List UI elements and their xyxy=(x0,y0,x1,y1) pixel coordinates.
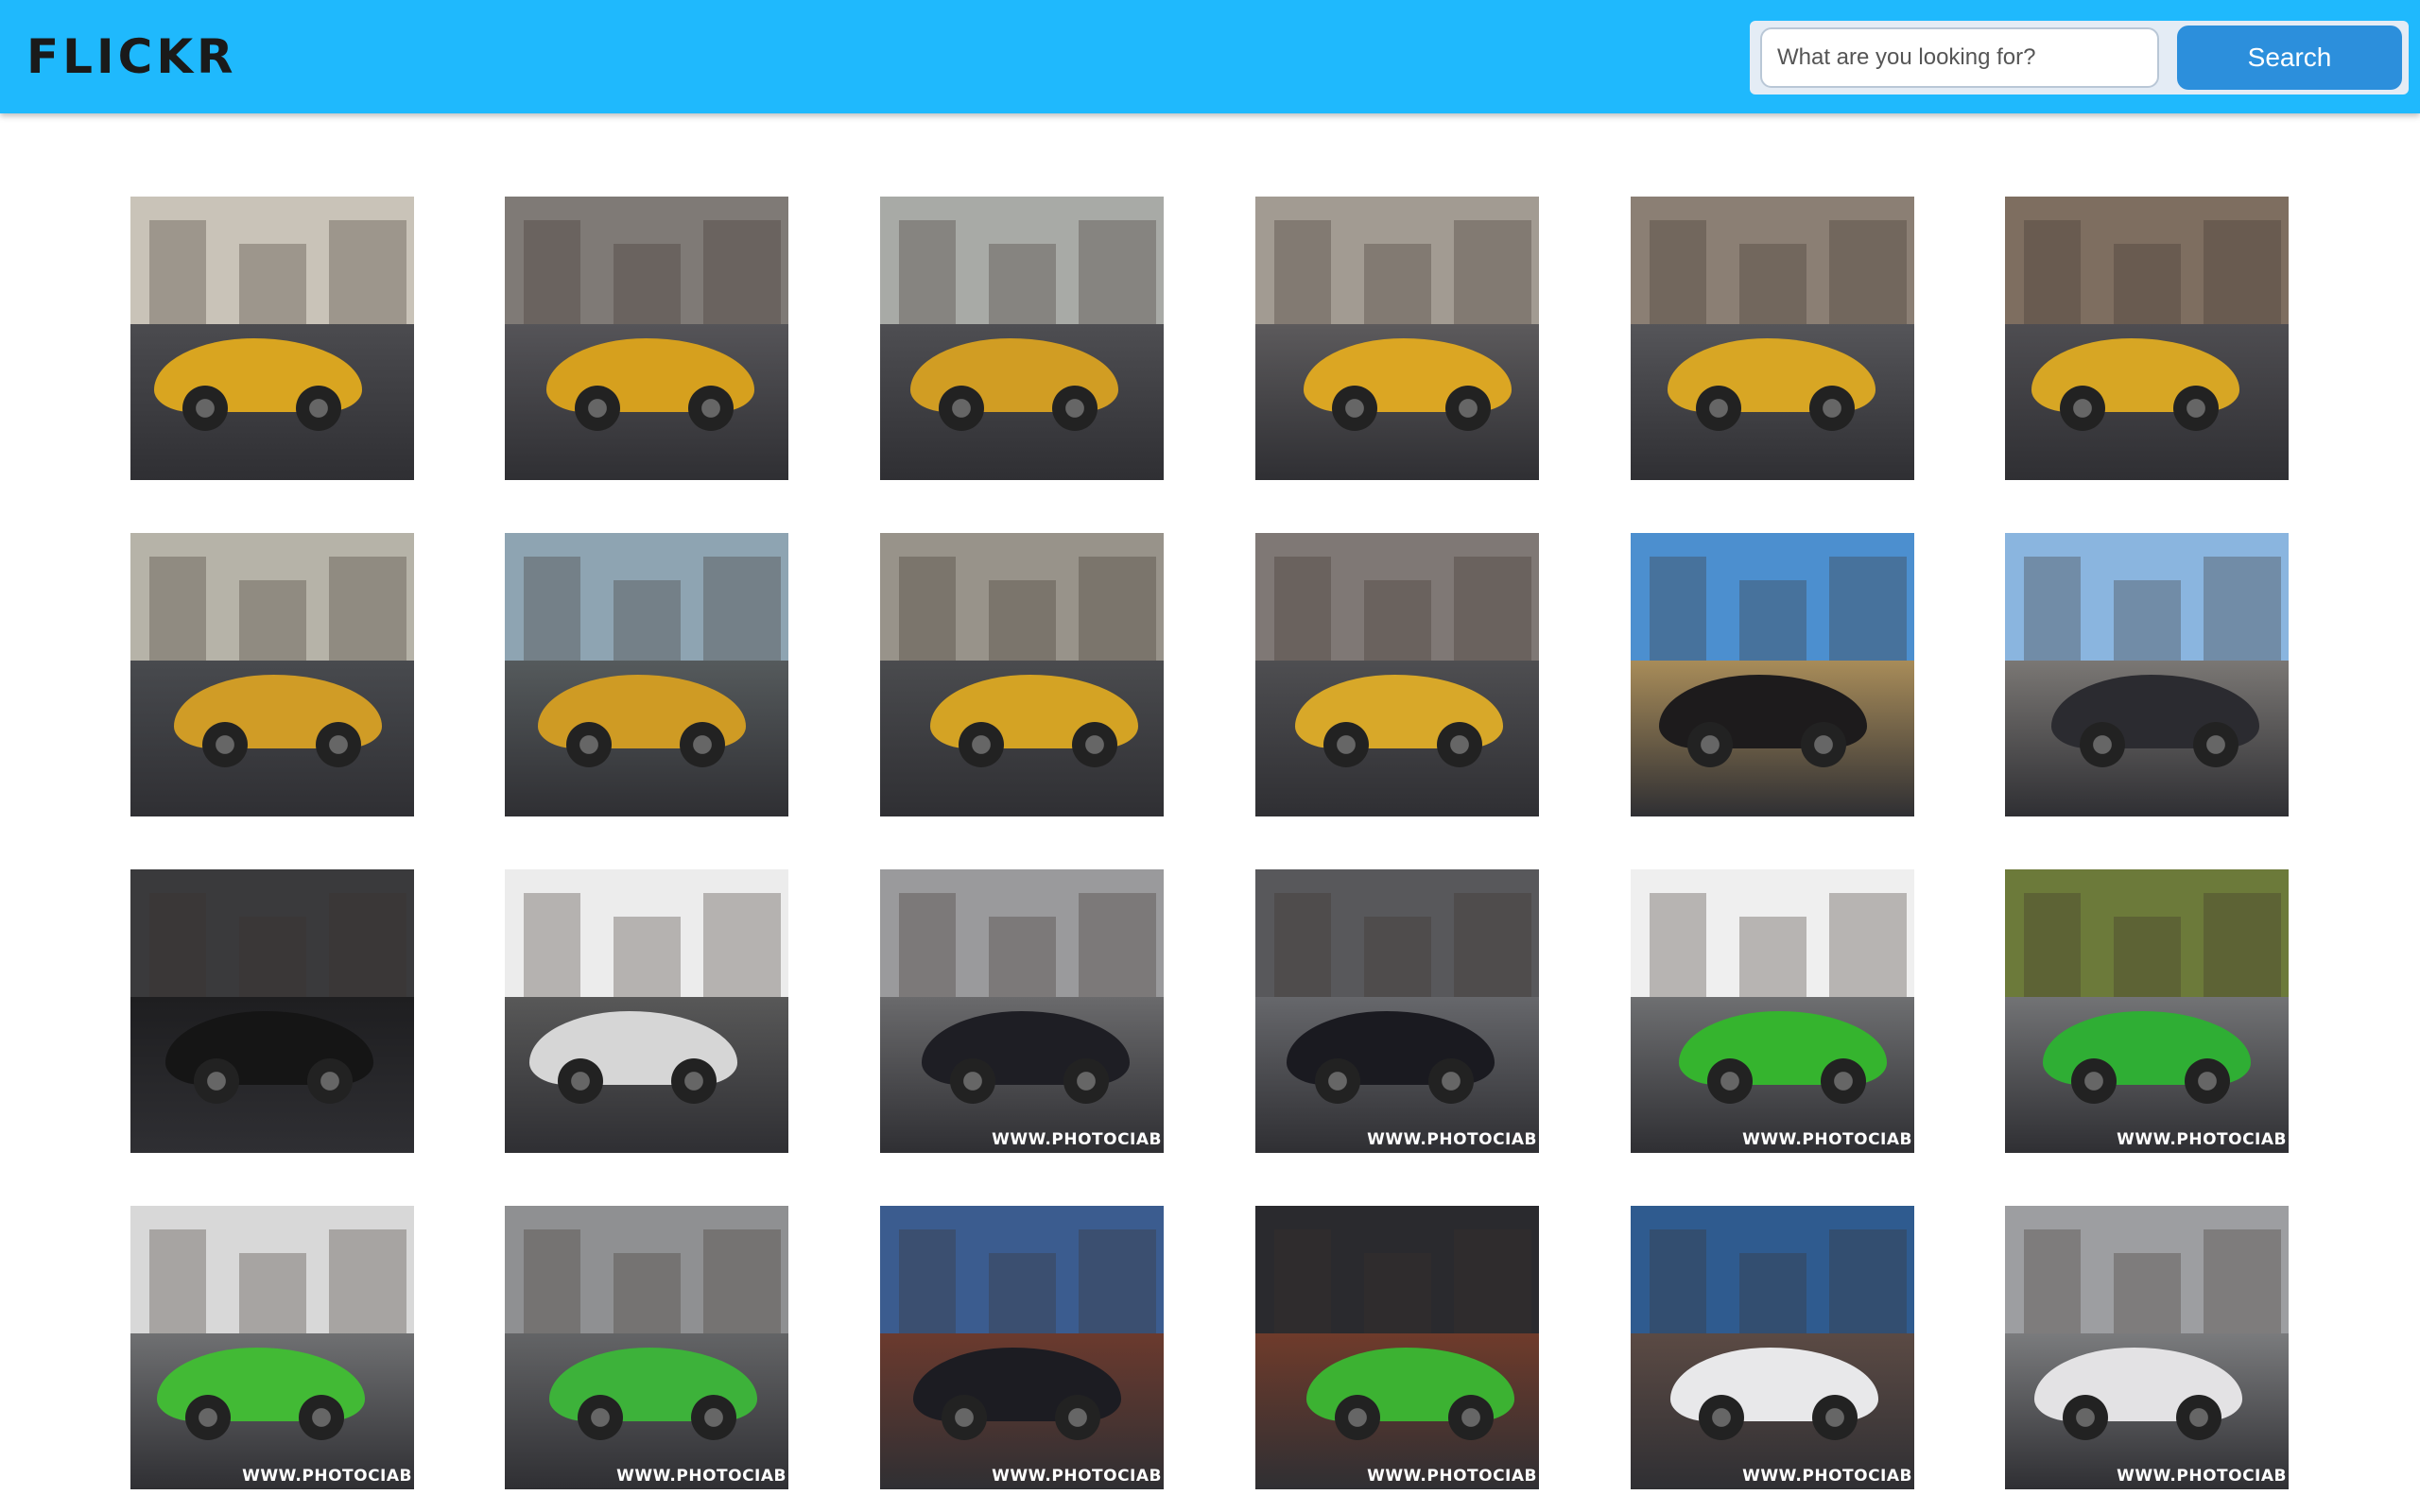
photo-thumbnail[interactable] xyxy=(130,869,414,1153)
photo-watermark: WWW.PHOTOCIAB xyxy=(1367,1130,1537,1149)
photo-watermark: WWW.PHOTOCIAB xyxy=(1367,1467,1537,1486)
photo-image xyxy=(1631,533,1914,816)
photo-watermark: WWW.PHOTOCIAB xyxy=(1742,1130,1912,1149)
photo-image xyxy=(880,1206,1164,1489)
photo-image xyxy=(130,1206,414,1489)
photo-thumbnail[interactable]: WWW.PHOTOCIAB xyxy=(130,1206,414,1489)
photo-thumbnail[interactable]: WWW.PHOTOCIAB xyxy=(1631,1206,1914,1489)
photo-image xyxy=(505,197,788,480)
photo-image xyxy=(1631,869,1914,1153)
photo-thumbnail[interactable] xyxy=(130,197,414,480)
search-button[interactable]: Search xyxy=(2177,26,2402,90)
photo-image xyxy=(1255,197,1539,480)
photo-image xyxy=(1255,533,1539,816)
photo-thumbnail[interactable] xyxy=(880,533,1164,816)
top-header: FLICKR Search xyxy=(0,0,2420,113)
photo-image xyxy=(1631,197,1914,480)
photo-image xyxy=(1255,1206,1539,1489)
photo-thumbnail[interactable]: WWW.PHOTOCIAB xyxy=(2005,1206,2289,1489)
photo-thumbnail[interactable]: WWW.PHOTOCIAB xyxy=(1255,1206,1539,1489)
photo-thumbnail[interactable] xyxy=(1631,197,1914,480)
photo-thumbnail[interactable] xyxy=(2005,197,2289,480)
search-input[interactable] xyxy=(1760,27,2159,88)
photo-watermark: WWW.PHOTOCIAB xyxy=(2117,1467,2287,1486)
photo-thumbnail[interactable] xyxy=(505,533,788,816)
photo-watermark: WWW.PHOTOCIAB xyxy=(992,1130,1162,1149)
photo-thumbnail[interactable]: WWW.PHOTOCIAB xyxy=(505,1206,788,1489)
photo-watermark: WWW.PHOTOCIAB xyxy=(1742,1467,1912,1486)
photo-image xyxy=(2005,197,2289,480)
photo-thumbnail[interactable] xyxy=(1255,197,1539,480)
photo-thumbnail[interactable] xyxy=(880,197,1164,480)
photo-image xyxy=(505,869,788,1153)
photo-thumbnail[interactable] xyxy=(505,197,788,480)
photo-thumbnail[interactable] xyxy=(1255,533,1539,816)
photo-image xyxy=(2005,533,2289,816)
photo-thumbnail[interactable]: WWW.PHOTOCIAB xyxy=(1255,869,1539,1153)
photo-thumbnail[interactable]: WWW.PHOTOCIAB xyxy=(1631,869,1914,1153)
photo-thumbnail[interactable] xyxy=(505,869,788,1153)
photo-image xyxy=(880,869,1164,1153)
photo-thumbnail[interactable]: WWW.PHOTOCIAB xyxy=(880,869,1164,1153)
photo-watermark: WWW.PHOTOCIAB xyxy=(616,1467,786,1486)
photo-thumbnail[interactable] xyxy=(2005,533,2289,816)
photo-watermark: WWW.PHOTOCIAB xyxy=(242,1467,412,1486)
photo-image xyxy=(2005,869,2289,1153)
photo-image xyxy=(880,533,1164,816)
search-bar: Search xyxy=(1750,21,2409,94)
photo-thumbnail[interactable] xyxy=(130,533,414,816)
photo-image xyxy=(1631,1206,1914,1489)
photo-image xyxy=(505,533,788,816)
photo-image xyxy=(130,533,414,816)
photo-image xyxy=(2005,1206,2289,1489)
photo-image xyxy=(505,1206,788,1489)
photo-watermark: WWW.PHOTOCIAB xyxy=(992,1467,1162,1486)
photo-thumbnail[interactable] xyxy=(1631,533,1914,816)
photo-thumbnail[interactable]: WWW.PHOTOCIAB xyxy=(880,1206,1164,1489)
photo-image xyxy=(880,197,1164,480)
flickr-logo[interactable]: FLICKR xyxy=(26,26,237,87)
photo-image xyxy=(130,869,414,1153)
photo-watermark: WWW.PHOTOCIAB xyxy=(2117,1130,2287,1149)
photo-thumbnail[interactable]: WWW.PHOTOCIAB xyxy=(2005,869,2289,1153)
photo-image xyxy=(1255,869,1539,1153)
photo-image xyxy=(130,197,414,480)
